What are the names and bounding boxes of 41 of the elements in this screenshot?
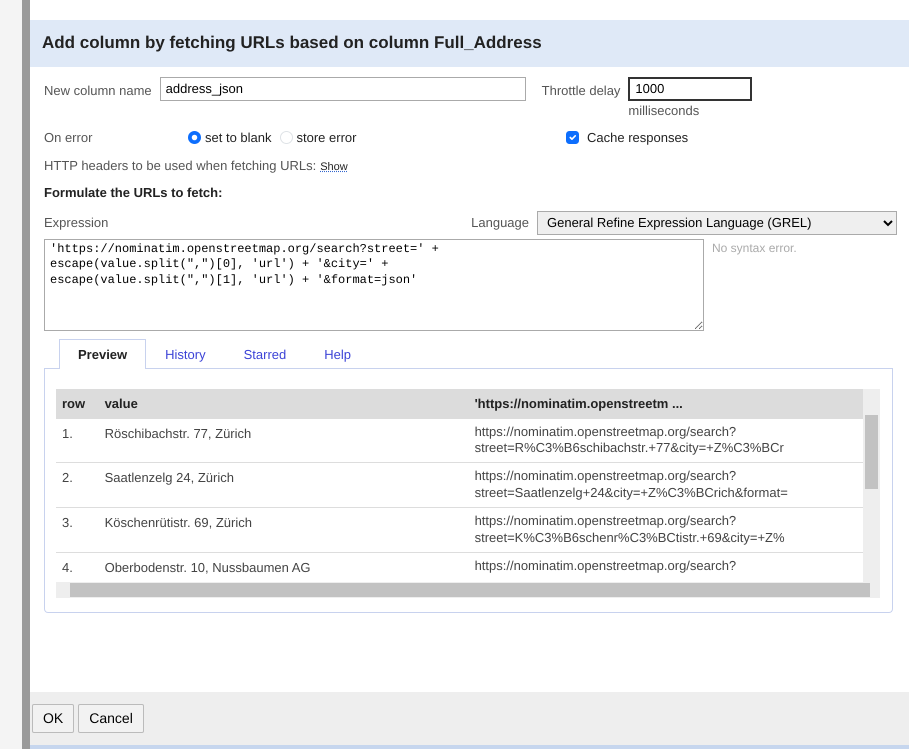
tab[interactable]: History [146, 338, 225, 369]
expression-field[interactable]: 'https://nominatim.openstreetmap.org/search?street=' + escape(value.split(",")[0], 'url') + '&city=' + escape(value.split(",")[1], 'url') + '&format=json' [44, 238, 704, 330]
radio-button[interactable] [188, 131, 201, 144]
tab[interactable]: Help [305, 338, 370, 369]
section-heading: Formulate the URLs to fetch: [44, 184, 224, 202]
dialog-button[interactable]: Cancel [78, 704, 144, 733]
table-cell: Köschenrütistr. 69, Zürich [98, 508, 469, 552]
table-cell: 1. [56, 418, 99, 463]
tab[interactable]: Preview [59, 338, 146, 369]
horizontal-scrollbar[interactable] [56, 582, 880, 598]
checkbox[interactable] [566, 131, 579, 144]
field-label: New column name [44, 82, 152, 100]
table-cell: Saatlenzelg 24, Zürich [98, 462, 469, 508]
table-cell: Oberbodenstr. 10, Nussbaumen AG [98, 552, 469, 582]
radio-label: store error [296, 129, 356, 147]
table-cell: 2. [56, 462, 99, 508]
vertical-scrollbar[interactable] [863, 389, 880, 582]
input-field[interactable]: 1000 [628, 76, 752, 100]
syntax-status: No syntax error. [712, 240, 797, 256]
tab[interactable]: Starred [224, 338, 306, 369]
input-field[interactable]: address_json [160, 76, 526, 100]
column-header: row [56, 389, 99, 418]
field-label: Throttle delay [542, 82, 620, 100]
show-link[interactable]: Show [320, 158, 348, 175]
table-cell: https://nominatim.openstreetmap.org/search? [468, 552, 863, 582]
dialog-button[interactable]: OK [32, 704, 74, 733]
radio-label: set to blank [205, 129, 272, 147]
table-cell: 4. [56, 552, 99, 582]
language-dropdown[interactable]: General Refine Expression Language (GREL) [537, 210, 897, 234]
table-cell: 3. [56, 508, 99, 552]
table-cell: Röschibachstr. 77, Zürich [98, 418, 469, 463]
headers-text: HTTP headers to be used when fetching URLs: [44, 156, 316, 175]
checkbox-label: Cache responses [587, 129, 688, 147]
dialog-title: Add column by fetching URLs based on column Full_Address [30, 20, 909, 66]
field-label: Expression [44, 214, 110, 232]
unit-label: milliseconds [628, 102, 700, 120]
field-label: On error [44, 129, 94, 147]
table-cell: https://nominatim.openstreetmap.org/search? street=R%C3%B6schibachstr.+77&city=+Z%C3%BCr [468, 418, 863, 463]
column-header: value [98, 389, 469, 418]
field-label: Language [471, 214, 529, 232]
column-header: 'https://nominatim.openstreetm ... [468, 389, 863, 418]
